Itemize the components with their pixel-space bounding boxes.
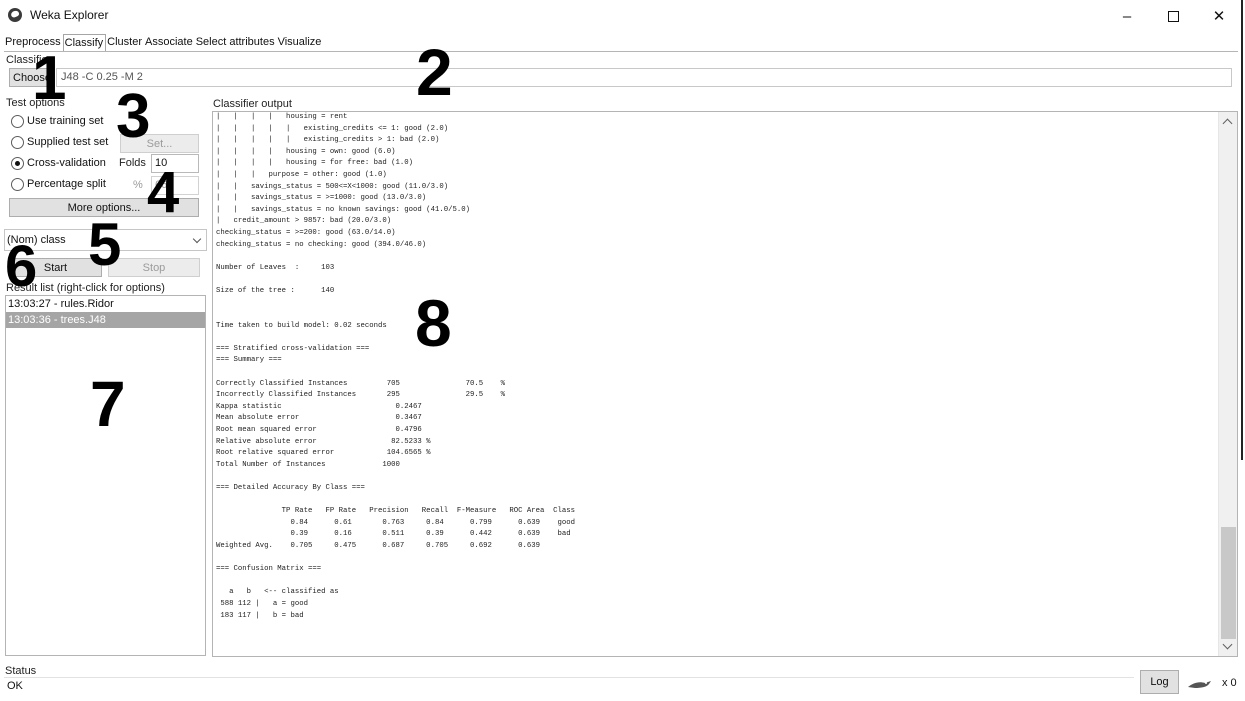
- weka-app-icon: [8, 8, 22, 22]
- supplied-test-set-option[interactable]: Supplied test set: [11, 134, 108, 150]
- use-training-label: Use training set: [27, 115, 104, 127]
- window-edge: [1241, 0, 1243, 460]
- maximize-icon: [1167, 10, 1179, 22]
- tab-divider: [4, 51, 1238, 52]
- annotation-number-4: 4: [147, 160, 180, 225]
- radio-supplied-test[interactable]: [11, 135, 24, 149]
- annotation-number-8: 8: [415, 286, 452, 360]
- task-count: x 0: [1222, 677, 1237, 689]
- minimize-button[interactable]: –: [1104, 0, 1150, 32]
- maximize-button[interactable]: [1150, 0, 1196, 32]
- use-training-set-option[interactable]: Use training set: [11, 113, 103, 129]
- annotation-number-7: 7: [90, 368, 126, 440]
- classifier-output-label: Classifier output: [213, 98, 292, 110]
- result-list-item-selected[interactable]: 13:03:36 - trees.J48: [6, 312, 205, 328]
- supplied-test-label: Supplied test set: [27, 136, 109, 148]
- tab-classify[interactable]: Classify: [62, 34, 107, 51]
- tab-cluster[interactable]: Cluster: [106, 34, 144, 51]
- annotation-number-3: 3: [116, 82, 151, 151]
- tab-select-attributes[interactable]: Select attributes: [195, 34, 277, 51]
- annotation-number-6: 6: [5, 234, 38, 299]
- classifier-output-text: | | | | housing = rent | | | | | existin…: [216, 113, 576, 620]
- close-button[interactable]: ✕: [1196, 0, 1242, 32]
- scroll-up-icon[interactable]: [1222, 118, 1233, 129]
- percent-symbol: %: [133, 179, 143, 191]
- scroll-down-icon[interactable]: [1222, 639, 1233, 650]
- chevron-down-icon: [192, 234, 202, 244]
- window-titlebar: Weka Explorer – ✕: [0, 0, 1245, 32]
- folds-label: Folds: [119, 157, 146, 169]
- percentage-split-option[interactable]: Percentage split: [11, 176, 106, 192]
- stop-button[interactable]: Stop: [108, 258, 200, 277]
- annotation-number-5: 5: [88, 211, 122, 278]
- output-scrollbar[interactable]: [1218, 112, 1237, 656]
- status-label: Status: [5, 665, 37, 677]
- weka-bird-icon[interactable]: [1187, 678, 1213, 690]
- log-button[interactable]: Log: [1140, 670, 1179, 694]
- radio-cross-validation[interactable]: [11, 156, 24, 170]
- classifier-config-field[interactable]: J48 -C 0.25 -M 2: [56, 68, 1232, 87]
- window-title: Weka Explorer: [30, 8, 109, 22]
- tab-visualize[interactable]: Visualize: [277, 34, 324, 51]
- status-text: OK: [7, 680, 23, 692]
- radio-use-training[interactable]: [11, 114, 24, 128]
- cross-validation-label: Cross-validation: [27, 157, 106, 169]
- result-list[interactable]: 13:03:27 - rules.Ridor 13:03:36 - trees.…: [5, 295, 206, 656]
- status-divider: [4, 677, 1134, 678]
- tab-associate[interactable]: Associate: [144, 34, 195, 51]
- scroll-thumb[interactable]: [1221, 527, 1236, 639]
- percentage-split-label: Percentage split: [27, 178, 106, 190]
- annotation-number-2: 2: [416, 35, 453, 109]
- annotation-number-1: 1: [32, 44, 67, 113]
- cross-validation-option[interactable]: Cross-validation: [11, 155, 106, 171]
- classifier-output-panel[interactable]: | | | | housing = rent | | | | | existin…: [212, 111, 1238, 657]
- radio-percentage-split[interactable]: [11, 177, 24, 191]
